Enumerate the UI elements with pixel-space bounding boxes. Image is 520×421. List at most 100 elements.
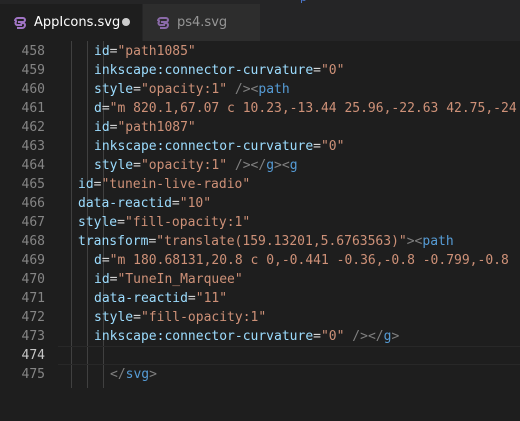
code-text: </svg>: [110, 365, 157, 384]
code-line[interactable]: 469 d="m 180.68131,20.8 c 0,-0.441 -0.36,…: [0, 251, 520, 270]
code-token: ><: [406, 234, 423, 249]
code-text: style="opacity:1" /></g><g: [94, 156, 298, 175]
code-line[interactable]: 464 style="opacity:1" /></g><g: [0, 156, 520, 175]
code-token: "m 180.68131,20.8 c 0,-0.441 -0.36,-0.8 …: [109, 253, 509, 268]
code-token: id: [94, 44, 110, 59]
code-token: "0": [320, 329, 345, 344]
code-token: path: [422, 234, 454, 249]
line-number: 468: [21, 234, 45, 249]
code-token: >: [149, 367, 157, 382]
code-token: "10": [179, 196, 212, 211]
code-token: "fill-opacity:1": [140, 310, 267, 325]
code-token: /></: [227, 158, 267, 173]
code-text: id="tunein-live-radio": [78, 175, 250, 194]
code-token: =: [313, 329, 321, 344]
code-line[interactable]: 461 d="m 820.1,67.07 c 10.23,-13.44 25.96…: [0, 99, 520, 118]
code-token: />: [227, 82, 251, 97]
code-token: =: [133, 158, 141, 173]
editor-tab-bar: AppIcons.svg ps4.svg: [0, 4, 520, 41]
code-line[interactable]: 475 </svg>: [0, 365, 520, 384]
code-token: =: [313, 139, 321, 154]
code-text: id="path1087": [94, 118, 196, 137]
code-line[interactable]: 462 id="path1087": [0, 118, 520, 137]
code-line[interactable]: 473 inkscape:connector-curvature="0" /></…: [0, 327, 520, 346]
code-text: style="fill-opacity:1": [78, 213, 250, 232]
code-token: "path1087": [117, 120, 196, 135]
code-token: =: [133, 82, 141, 97]
code-text: transform="translate(159.13201,5.6763563…: [78, 232, 454, 251]
code-text: id="path1085": [94, 42, 196, 61]
line-number: 474: [21, 348, 45, 363]
line-number: 462: [21, 120, 45, 135]
code-text: style="fill-opacity:1": [94, 308, 266, 327]
code-token: path: [258, 82, 290, 97]
code-token: >: [391, 329, 400, 344]
code-token: =: [133, 310, 141, 325]
code-line[interactable]: 468 transform="translate(159.13201,5.6763…: [0, 232, 520, 251]
code-token: d: [94, 253, 102, 268]
line-number: 461: [21, 101, 45, 116]
code-token: style: [94, 310, 134, 325]
code-line[interactable]: 467 style="fill-opacity:1": [0, 213, 520, 232]
line-number: 475: [21, 367, 45, 382]
unsaved-dot-icon[interactable]: [122, 18, 130, 26]
line-number: 465: [21, 177, 45, 192]
code-token: inkscape:connector-curvature: [94, 63, 314, 78]
code-line[interactable]: 463 inkscape:connector-curvature="0": [0, 137, 520, 156]
code-line[interactable]: 459 inkscape:connector-curvature="0": [0, 61, 520, 80]
code-token: /></: [344, 329, 384, 344]
code-line[interactable]: 470 id="TuneIn_Marquee": [0, 270, 520, 289]
code-token: g: [266, 158, 275, 173]
tab-appicons-svg[interactable]: AppIcons.svg: [0, 4, 142, 41]
code-token: style: [94, 82, 134, 97]
code-token: "opacity:1": [140, 158, 228, 173]
line-number: 472: [21, 310, 45, 325]
code-token: id: [94, 272, 110, 287]
code-text: style="opacity:1" /><path: [94, 80, 290, 99]
code-token: id: [94, 120, 110, 135]
code-text: data-reactid="11": [94, 289, 227, 308]
code-token: transform: [78, 234, 149, 249]
code-text: inkscape:connector-curvature="0" /></g>: [94, 327, 399, 346]
line-number: 460: [21, 82, 45, 97]
code-token: "translate(159.13201,5.6763563)": [156, 234, 407, 249]
code-line[interactable]: 458 id="path1085": [0, 42, 520, 61]
code-token: "0": [320, 139, 345, 154]
code-token: "path1085": [117, 44, 196, 59]
line-number: 466: [21, 196, 45, 211]
code-token: style: [78, 215, 118, 230]
code-line[interactable]: 460 style="opacity:1" /><path: [0, 80, 520, 99]
code-token: data-reactid: [78, 196, 172, 211]
tab-label: AppIcons.svg: [34, 15, 121, 30]
line-number: 463: [21, 139, 45, 154]
code-token: </: [110, 367, 126, 382]
code-token: "tunein-live-radio": [101, 177, 251, 192]
code-line[interactable]: 474: [0, 346, 520, 365]
svg-file-icon: [156, 16, 170, 30]
code-token: =: [313, 63, 321, 78]
code-token: "0": [320, 63, 345, 78]
code-token: d: [94, 101, 102, 116]
code-line[interactable]: 471 data-reactid="11": [0, 289, 520, 308]
code-token: svg: [125, 367, 150, 382]
code-line[interactable]: 472 style="fill-opacity:1": [0, 308, 520, 327]
code-token: g: [289, 158, 298, 173]
line-number: 471: [21, 291, 45, 306]
code-token: =: [187, 291, 196, 306]
code-token: inkscape:connector-curvature: [94, 329, 314, 344]
line-number: 467: [21, 215, 45, 230]
line-number: 470: [21, 272, 45, 287]
code-text: d="m 820.1,67.07 c 10.23,-13.44 25.96,-2…: [94, 99, 517, 118]
code-line[interactable]: 466 data-reactid="10": [0, 194, 520, 213]
code-token: =: [101, 101, 110, 116]
code-text: data-reactid="10": [78, 194, 211, 213]
line-number: 458: [21, 44, 45, 59]
line-number: 464: [21, 158, 45, 173]
code-token: =: [101, 253, 110, 268]
code-editor[interactable]: 458 id="path1085" 459 inkscape:connector-cu…: [0, 41, 520, 421]
tab-ps4-svg[interactable]: ps4.svg: [142, 4, 260, 41]
code-token: data-reactid: [94, 291, 188, 306]
code-line[interactable]: 465 id="tunein-live-radio": [0, 175, 520, 194]
code-token: ><: [274, 158, 290, 173]
code-token: "opacity:1": [140, 82, 228, 97]
